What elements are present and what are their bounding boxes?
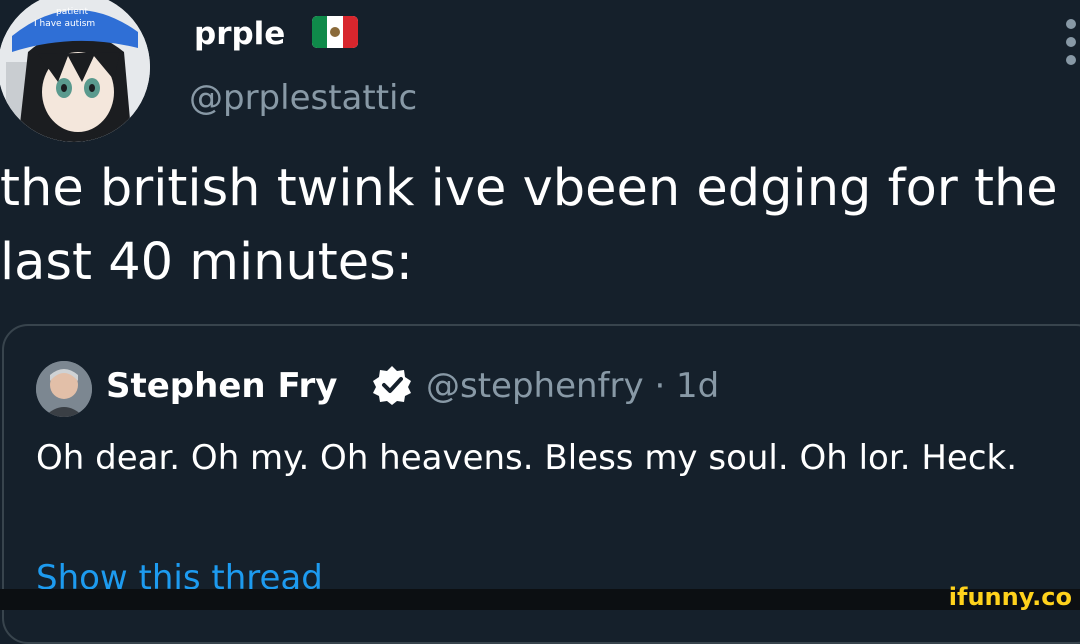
quoted-handle-time[interactable]: @stephenfry · 1d (426, 362, 719, 410)
author-avatar[interactable]: patient I have autism (0, 0, 150, 142)
svg-text:patient: patient (56, 7, 88, 17)
author-handle[interactable]: @prplestattic (189, 76, 417, 120)
footer-bar (0, 589, 1080, 610)
verified-badge-icon (373, 366, 411, 405)
mexico-flag-icon (312, 16, 358, 48)
svg-text:I have autism: I have autism (34, 19, 95, 29)
ifunny-watermark: ifunny.co (948, 583, 1072, 611)
quoted-author-avatar[interactable] (36, 361, 92, 417)
author-display-name[interactable]: prple (194, 14, 285, 54)
tweet-text: the british twink ive vbeen edging for t… (0, 159, 1058, 292)
quoted-tweet-text: Oh dear. Oh my. Oh heavens. Bless my sou… (36, 438, 1018, 478)
more-options-icon[interactable] (1064, 14, 1078, 70)
quoted-author-name[interactable]: Stephen Fry (106, 362, 337, 410)
